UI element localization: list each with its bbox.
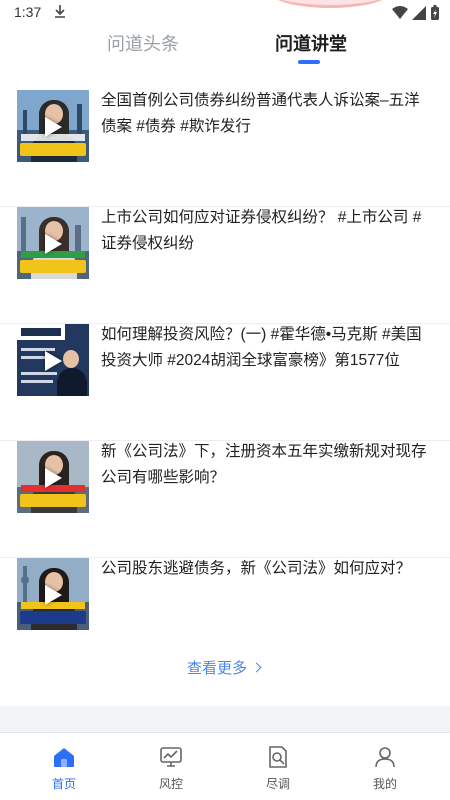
video-title[interactable]: 如何理解投资风险？(一) #霍华德•马克斯 #美国投资大师 #2024胡润全球富… [101, 322, 431, 374]
video-title[interactable]: 公司股东逃避债务，新《公司法》如何应对？ [101, 556, 431, 582]
video-title[interactable]: 全国首例公司债券纠纷普通代表人诉讼案–五洋债案 #债券 #欺诈发行 [101, 88, 431, 140]
video-title[interactable]: 新《公司法》下，注册资本五年实缴新规对现存公司有哪些影响？ [101, 439, 431, 491]
wifi-icon [392, 6, 408, 19]
video-title[interactable]: 上市公司如何应对证券侵权纠纷？ #上市公司 #证券侵权纠纷 [101, 205, 431, 257]
video-list-item[interactable]: 如何理解投资风险？(一) #霍华德•马克斯 #美国投资大师 #2024胡润全球富… [0, 324, 450, 441]
signal-icon [412, 6, 426, 20]
status-time: 1:37 [14, 4, 42, 20]
profile-icon [375, 747, 395, 768]
video-list-item[interactable]: 全国首例公司债券纠纷普通代表人诉讼案–五洋债案 #债券 #欺诈发行 [0, 90, 450, 207]
status-bar: 1:37 [0, 0, 450, 24]
thumbnail-caption [20, 260, 86, 273]
home-icon [54, 748, 74, 767]
status-icons [392, 5, 440, 21]
presenter-face [63, 350, 79, 368]
nav-item-profile[interactable]: 我的 [345, 733, 425, 800]
presenter-body [57, 368, 87, 396]
play-icon[interactable] [45, 351, 62, 371]
see-more-label: 查看更多 [187, 660, 248, 677]
play-icon[interactable] [45, 117, 62, 137]
nav-label: 尽调 [265, 777, 290, 791]
bottom-nav: 首页 风控 尽调 我的 [0, 732, 450, 800]
video-list-item[interactable]: 新《公司法》下，注册资本五年实缴新规对现存公司有哪些影响？ [0, 441, 450, 558]
nav-item-home[interactable]: 首页 [24, 733, 104, 800]
download-icon [55, 5, 65, 18]
play-icon[interactable] [45, 468, 62, 488]
video-thumbnail[interactable] [17, 558, 89, 630]
risk-control-icon [160, 747, 182, 767]
nav-item-risk-control[interactable]: 风控 [131, 733, 211, 800]
nav-label: 我的 [372, 777, 397, 791]
tab-bar: 问道头条 问道讲堂 [0, 24, 450, 68]
nav-item-due-diligence[interactable]: 尽调 [238, 733, 318, 800]
tab-headlines[interactable]: 问道头条 [107, 30, 179, 56]
video-list-item[interactable]: 上市公司如何应对证券侵权纠纷？ #上市公司 #证券侵权纠纷 [0, 207, 450, 324]
video-thumbnail[interactable] [17, 90, 89, 162]
video-thumbnail[interactable] [17, 324, 89, 396]
nav-label: 首页 [51, 777, 76, 791]
video-thumbnail[interactable] [17, 207, 89, 279]
video-thumbnail[interactable] [17, 441, 89, 513]
play-icon[interactable] [45, 234, 62, 254]
nav-label: 风控 [158, 777, 183, 791]
see-more-link[interactable]: 查看更多 [187, 657, 262, 678]
thumbnail-caption [20, 611, 86, 624]
content-card: 问道头条 问道讲堂 全国首例公司债券纠纷普通代表人诉讼案–五洋债案 #债券 #欺… [0, 24, 450, 706]
thumbnail-caption [20, 143, 86, 156]
chevron-right-icon [251, 662, 262, 673]
battery-icon [431, 5, 439, 20]
due-diligence-icon [269, 746, 287, 768]
tab-lecture-hall[interactable]: 问道讲堂 [275, 30, 347, 56]
banner-arc [270, 0, 390, 8]
play-icon[interactable] [45, 585, 62, 605]
thumbnail-caption [20, 494, 86, 507]
active-tab-indicator [298, 60, 320, 64]
